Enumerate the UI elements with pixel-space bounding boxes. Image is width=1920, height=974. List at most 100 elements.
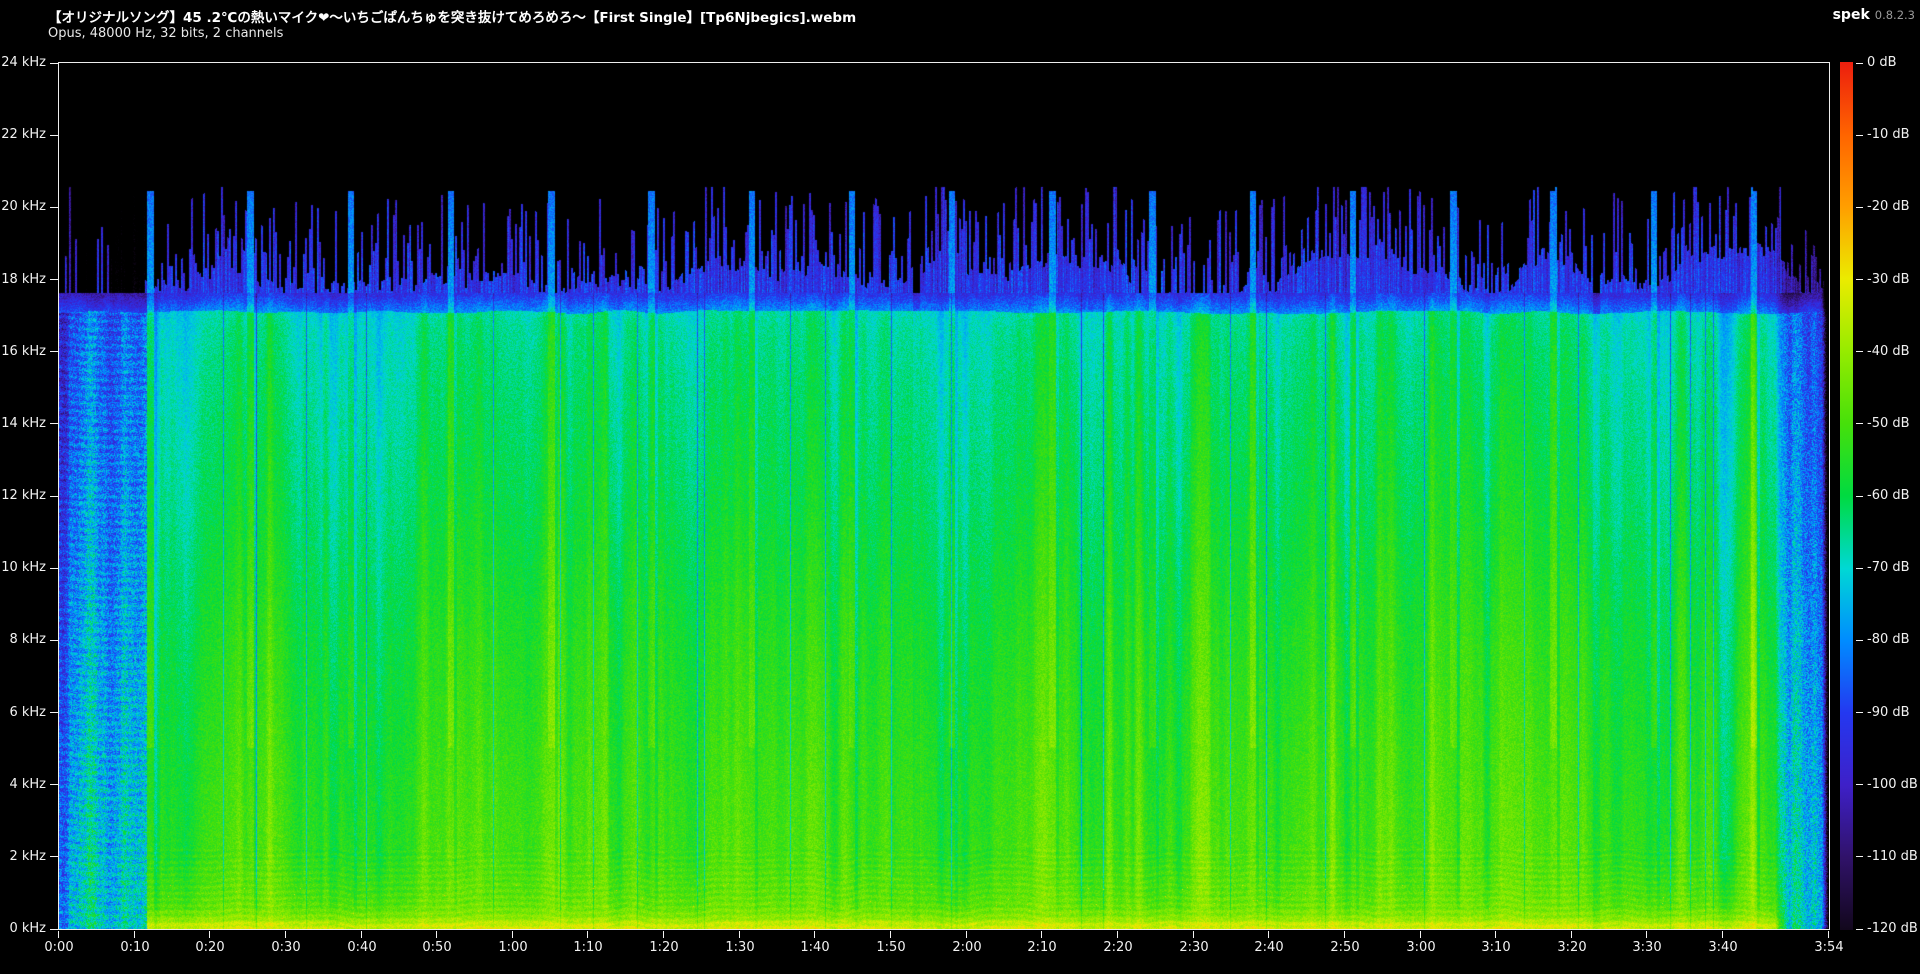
x-tick-label: 1:40 [783,940,847,956]
x-tick [1268,931,1269,938]
x-tick-label: 2:50 [1313,940,1377,956]
spectrogram-canvas [59,63,1829,929]
x-tick-label: 1:50 [859,940,923,956]
x-tick [512,931,513,938]
x-tick-label: 3:30 [1615,940,1679,956]
x-tick [739,931,740,938]
y-tick [50,135,58,136]
x-tick [285,931,286,938]
frequency-axis: 24 kHz22 kHz20 kHz18 kHz16 kHz14 kHz12 k… [0,62,58,932]
app-name: spek [1833,7,1870,23]
y-tick [50,496,58,497]
x-tick-label: 2:10 [1010,940,1074,956]
x-tick [890,931,891,938]
x-tick [58,931,59,938]
db-tick-label: -80 dB [1867,632,1910,648]
db-tick-label: -50 dB [1867,416,1910,432]
db-tick [1856,856,1863,857]
x-tick [1193,931,1194,938]
db-scale: 0 dB-10 dB-20 dB-30 dB-40 dB-50 dB-60 dB… [1840,62,1920,932]
x-tick [1495,931,1496,938]
x-tick [1571,931,1572,938]
time-axis: 0:000:100:200:300:400:501:001:101:201:30… [0,931,1920,965]
app-version: 0.8.2.3 [1875,8,1915,22]
x-tick-label: 1:20 [632,940,696,956]
x-tick [1117,931,1118,938]
y-tick-label: 18 kHz [0,272,46,288]
db-tick-label: -100 dB [1867,777,1918,793]
y-tick-label: 16 kHz [0,344,46,360]
y-tick-label: 4 kHz [0,777,46,793]
x-tick-label: 3:00 [1389,940,1453,956]
x-tick [1646,931,1647,938]
y-tick-label: 24 kHz [0,55,46,71]
x-tick-label: 0:00 [27,940,91,956]
x-tick-label: 0:50 [405,940,469,956]
x-tick-label: 2:20 [1086,940,1150,956]
x-tick-label: 1:10 [556,940,620,956]
db-tick [1856,351,1863,352]
x-tick-label: 2:00 [935,940,999,956]
y-tick [50,423,58,424]
spectrogram-plot [58,62,1830,930]
x-tick-label: 0:20 [178,940,242,956]
y-tick [50,640,58,641]
x-tick [1828,931,1829,938]
db-tick [1856,423,1863,424]
x-tick [361,931,362,938]
y-tick-label: 10 kHz [0,560,46,576]
x-tick [1344,931,1345,938]
x-tick [814,931,815,938]
db-tick-label: -120 dB [1867,921,1918,937]
track-title: 【オリジナルソング】45 .2℃の熱いマイク❤～いちごぱんちゅを突き抜けてめろめ… [48,6,856,26]
x-tick [134,931,135,938]
db-tick [1856,207,1863,208]
y-tick [50,929,58,930]
spek-window: 【オリジナルソング】45 .2℃の熱いマイク❤～いちごぱんちゅを突き抜けてめろめ… [0,0,1920,974]
y-tick [50,856,58,857]
db-tick [1856,712,1863,713]
y-tick [50,568,58,569]
x-tick [436,931,437,938]
audio-format-info: Opus, 48000 Hz, 32 bits, 2 channels [48,26,283,41]
db-tick [1856,568,1863,569]
db-tick-label: -40 dB [1867,344,1910,360]
db-tick-label: -20 dB [1867,199,1910,215]
db-tick [1856,496,1863,497]
db-tick [1856,784,1863,785]
x-tick-label: 2:40 [1237,940,1301,956]
db-tick-label: -60 dB [1867,488,1910,504]
x-tick-label: 0:30 [254,940,318,956]
x-tick-label: 3:20 [1540,940,1604,956]
db-tick-label: -10 dB [1867,127,1910,143]
x-tick [966,931,967,938]
db-tick-label: -30 dB [1867,272,1910,288]
y-tick [50,351,58,352]
x-tick-label: 3:54 [1797,940,1861,956]
db-tick-label: -110 dB [1867,849,1918,865]
y-tick-label: 8 kHz [0,632,46,648]
y-tick [50,279,58,280]
x-tick [663,931,664,938]
x-tick-label: 0:40 [330,940,394,956]
x-tick [587,931,588,938]
x-tick-label: 3:10 [1464,940,1528,956]
db-tick-label: -70 dB [1867,560,1910,576]
y-tick-label: 12 kHz [0,488,46,504]
app-brand: spek 0.8.2.3 [1833,7,1915,23]
db-tick [1856,929,1863,930]
db-tick [1856,63,1863,64]
y-tick-label: 22 kHz [0,127,46,143]
x-tick-label: 2:30 [1162,940,1226,956]
y-tick-label: 20 kHz [0,199,46,215]
x-tick [1420,931,1421,938]
y-tick [50,784,58,785]
db-tick [1856,640,1863,641]
y-tick [50,63,58,64]
db-tick-label: -90 dB [1867,705,1910,721]
db-tick [1856,135,1863,136]
x-tick [1041,931,1042,938]
x-tick-label: 0:10 [103,940,167,956]
y-tick-label: 14 kHz [0,416,46,432]
db-tick-label: 0 dB [1867,55,1897,71]
